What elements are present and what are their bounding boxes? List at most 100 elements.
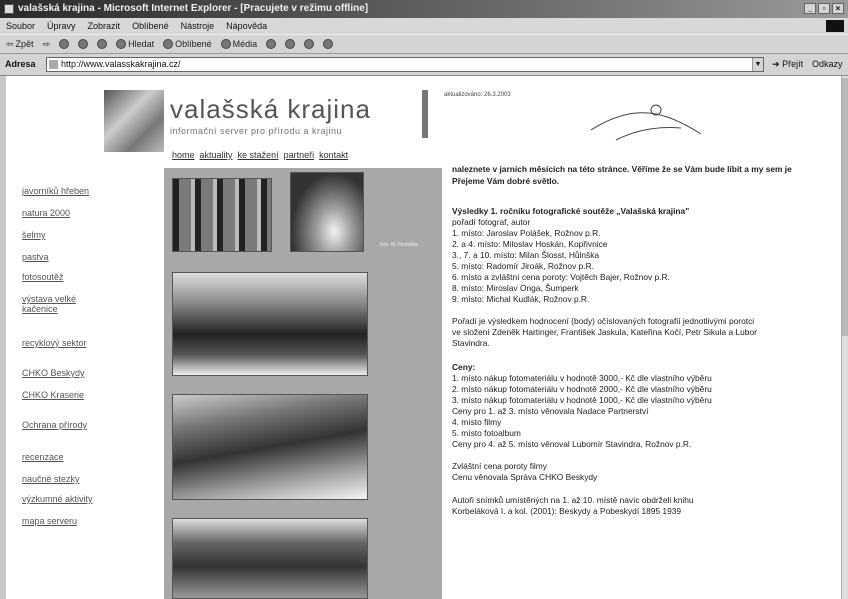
photo-column: foto: M. Hrubiška [164, 168, 442, 599]
left-nav-item[interactable]: Ochrana přírody [22, 420, 87, 430]
back-label: Zpět [15, 39, 34, 49]
menu-view[interactable]: Zobrazit [88, 18, 121, 34]
left-nav-item[interactable]: recenzace [22, 452, 64, 462]
site-header: valašská krajina informační server pro p… [6, 76, 848, 168]
toolbar: ⇦ Zpět ⇨ Hledat Oblíbené Média [0, 34, 848, 54]
search-button[interactable]: Hledat [116, 35, 154, 53]
scrollbar-thumb[interactable] [842, 78, 848, 336]
history-icon [266, 39, 277, 49]
maximize-button[interactable]: ▫ [818, 3, 830, 14]
logo-image [104, 90, 164, 152]
close-button[interactable]: × [832, 3, 844, 14]
vertical-scrollbar[interactable] [841, 76, 848, 599]
mail-icon [285, 39, 296, 49]
photo-caption: foto: M. Hrubiška [380, 242, 418, 248]
left-nav-item[interactable]: naučné stezky [22, 474, 80, 484]
photo-snowy-hills[interactable] [172, 394, 368, 500]
left-nav-item[interactable]: výstava velké kačenice [22, 294, 102, 314]
address-dropdown-button[interactable]: ▼ [752, 58, 763, 71]
print-button[interactable] [304, 35, 315, 53]
photo-landscape[interactable] [172, 518, 368, 599]
results-heading: Výsledky 1. ročníku fotografické soutěže… [452, 206, 690, 216]
site-logo[interactable]: valašská krajina informační server pro p… [104, 90, 434, 152]
nav-home[interactable]: home [172, 150, 195, 160]
prizes-heading: Ceny: [452, 362, 476, 372]
left-nav-item[interactable]: mapa serveru [22, 516, 77, 526]
address-input[interactable]: http://www.valasskakrajina.cz/ [46, 57, 764, 72]
photo-forest[interactable] [172, 178, 272, 252]
prize-item: 5. místo fotoalbum [452, 428, 521, 438]
logo-divider [422, 90, 428, 138]
result-item: 3., 7. a 10. místo: Milan Šlosst, Hůlnšk… [452, 250, 600, 260]
favorites-icon [163, 39, 174, 49]
links-button[interactable]: Odkazy [812, 59, 843, 69]
prize-item: 4. místo filmy [452, 417, 502, 427]
minimize-button[interactable]: _ [804, 3, 816, 14]
refresh-button[interactable] [78, 35, 89, 53]
nav-partners[interactable]: partneři [284, 150, 315, 160]
mail-button[interactable] [285, 35, 296, 53]
left-nav-item[interactable]: výzkumné aktivity [22, 494, 93, 504]
special-prize: Zvláštní cena poroty filmy [452, 461, 547, 471]
menu-edit[interactable]: Úpravy [47, 18, 76, 34]
history-button[interactable] [266, 35, 277, 53]
nav-news[interactable]: aktuality [200, 150, 233, 160]
left-nav-item[interactable]: pastva [22, 252, 49, 262]
nav-downloads[interactable]: ke stažení [238, 150, 279, 160]
forward-button[interactable]: ⇨ [43, 35, 51, 53]
nav-contact[interactable]: kontakt [319, 150, 348, 160]
menu-tools[interactable]: Nástroje [181, 18, 215, 34]
top-nav: home aktuality ke stažení partneři konta… [172, 150, 348, 160]
menu-bar: Soubor Úpravy Zobrazit Oblíbené Nástroje… [0, 18, 848, 34]
back-arrow-icon: ⇦ [6, 39, 14, 49]
media-icon [220, 39, 231, 49]
prize-item: Ceny pro 1. až 3. místo věnovala Nadace … [452, 406, 649, 416]
menu-file[interactable]: Soubor [6, 18, 35, 34]
back-button[interactable]: ⇦ Zpět [6, 35, 34, 53]
prize-item: Ceny pro 4. až 5. místo věnoval Lubomír … [452, 439, 692, 449]
window-controls: _ ▫ × [804, 3, 844, 14]
go-arrow-icon: ➔ [772, 59, 780, 69]
home-button[interactable] [97, 35, 108, 53]
search-label: Hledat [128, 39, 155, 49]
print-icon [304, 39, 315, 49]
result-item: 2. a 4. místo: Miloslav Hoskán, Kopřivni… [452, 239, 608, 249]
result-item: 1. místo: Jaroslav Polášek, Rožnov p.R. [452, 228, 601, 238]
jury-text: ve složení Zdeněk Hartinger, František J… [452, 327, 757, 337]
page-icon [49, 60, 58, 69]
photo-winter-valley[interactable] [172, 272, 368, 376]
left-nav-item[interactable]: javorníků hřeben [22, 186, 89, 196]
main-content: naleznete v jarních měsících na této str… [452, 164, 848, 599]
media-button[interactable]: Média [220, 35, 257, 53]
result-item: 9. místo: Michal Kudlák, Rožnov p.R. [452, 294, 590, 304]
results-subheading: pořadí fotograf, autor [452, 217, 531, 227]
address-bar: Adresa http://www.valasskakrajina.cz/ ▼ … [0, 54, 848, 76]
edit-button[interactable] [323, 35, 334, 53]
left-nav-item[interactable]: recyklový sektor [22, 338, 87, 348]
favorites-button[interactable]: Oblíbené [163, 35, 212, 53]
menu-help[interactable]: Nápověda [226, 18, 267, 34]
left-nav-item[interactable]: CHKO Kraserie [22, 390, 84, 400]
home-icon [97, 39, 108, 49]
go-button[interactable]: ➔ Přejít [772, 59, 803, 70]
special-prize: Cenu věnovala Správa CHKO Beskydy [452, 472, 598, 482]
footer-note: Korbeláková I. a kol. (2001): Beskydy a … [452, 506, 682, 516]
stop-button[interactable] [59, 35, 70, 53]
go-label: Přejít [782, 59, 804, 69]
jury-text: Pořadí je výsledkem hodnocení (body) očí… [452, 316, 755, 326]
logo-title: valašská krajina [170, 94, 371, 124]
prize-item: 2. místo nákup fotomateriálu v hodnotě 2… [452, 384, 712, 394]
window-titlebar: valašská krajina - Microsoft Internet Ex… [0, 0, 848, 18]
intro-line: naleznete v jarních měsících na této str… [452, 164, 792, 174]
left-nav-item[interactable]: natura 2000 [22, 208, 70, 218]
jury-text: Stavindra. [452, 338, 490, 348]
result-item: 5. místo: Radomír Jiroák, Rožnov p.R. [452, 261, 594, 271]
left-nav-item[interactable]: CHKO Beskydy [22, 368, 85, 378]
update-date: aktualizováno: 26.3.2003 [444, 92, 511, 98]
menu-favorites[interactable]: Oblíbené [132, 18, 169, 34]
left-nav-item[interactable]: fotosoutěž [22, 272, 64, 282]
left-nav-item[interactable]: šelmy [22, 230, 46, 240]
photo-river[interactable] [290, 172, 364, 252]
result-item: 8. místo: Miroslav Onga, Šumperk [452, 283, 579, 293]
footer-note: Autoři snímků umístěných na 1. až 10. mí… [452, 495, 694, 505]
